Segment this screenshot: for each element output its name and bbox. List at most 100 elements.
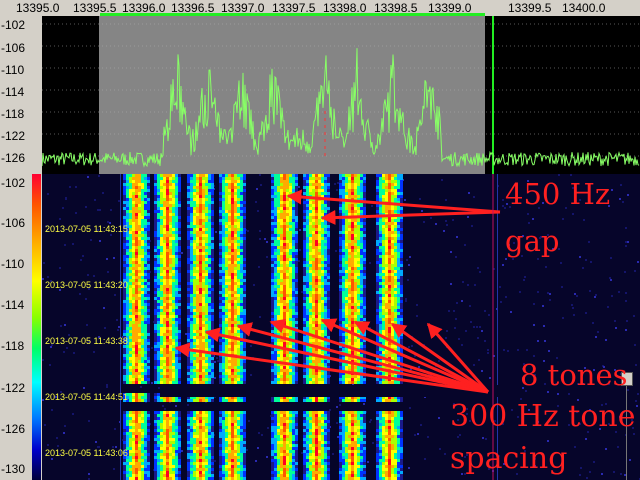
waterfall-cell xyxy=(144,273,147,276)
waterfall-cell xyxy=(141,282,144,285)
waterfall-cell xyxy=(166,426,169,429)
waterfall-cell xyxy=(205,444,208,447)
waterfall-cell xyxy=(219,330,222,333)
waterfall-cell xyxy=(196,423,199,426)
waterfall-cell xyxy=(277,288,280,291)
waterfall-cell xyxy=(187,435,190,438)
waterfall-cell xyxy=(283,291,286,294)
waterfall-cell xyxy=(225,450,228,453)
waterfall-cell xyxy=(208,351,211,354)
waterfall-cell xyxy=(199,447,202,450)
waterfall-cell xyxy=(205,369,208,372)
waterfall-cell xyxy=(274,273,277,276)
waterfall-cell xyxy=(140,386,142,388)
waterfall-cell xyxy=(154,252,157,255)
waterfall-cell xyxy=(199,216,202,219)
waterfall-cell xyxy=(132,444,135,447)
waterfall-cell xyxy=(225,426,228,429)
waterfall-cell xyxy=(211,459,214,462)
waterfall-cell xyxy=(503,349,505,351)
waterfall-cell xyxy=(444,453,446,455)
waterfall-cell xyxy=(132,264,135,267)
waterfall-cell xyxy=(222,345,225,348)
waterfall-cell xyxy=(196,306,199,309)
waterfall-cell xyxy=(132,336,135,339)
waterfall-cell xyxy=(169,225,172,228)
waterfall-cell xyxy=(172,435,175,438)
waterfall-cell xyxy=(240,231,243,234)
waterfall-cell xyxy=(202,273,205,276)
waterfall-cell xyxy=(138,207,141,210)
waterfall-cell xyxy=(237,246,240,249)
waterfall-cell xyxy=(135,411,138,414)
waterfall-cell xyxy=(280,270,283,273)
spectrum-display[interactable] xyxy=(42,16,640,174)
waterfall-cell xyxy=(219,222,222,225)
waterfall-cell xyxy=(144,231,147,234)
waterfall-cell xyxy=(271,456,274,459)
waterfall-cell xyxy=(187,363,190,366)
waterfall-cell xyxy=(228,369,231,372)
waterfall-cell xyxy=(283,354,286,357)
waterfall-cell xyxy=(243,237,246,240)
waterfall-cell xyxy=(240,204,243,207)
waterfall-cell xyxy=(129,462,132,465)
waterfall-cell xyxy=(283,246,286,249)
waterfall-cell xyxy=(225,282,228,285)
waterfall-cell xyxy=(166,207,169,210)
waterfall-cell xyxy=(141,360,144,363)
waterfall-cell xyxy=(225,423,228,426)
waterfall-cell xyxy=(132,312,135,315)
waterfall-cell xyxy=(202,423,205,426)
waterfall-cell xyxy=(178,429,181,432)
waterfall-cell xyxy=(329,409,331,411)
waterfall-cell xyxy=(408,467,410,469)
waterfall-cell xyxy=(169,267,172,270)
waterfall-cell xyxy=(237,237,240,240)
waterfall-cell xyxy=(187,375,190,378)
waterfall-cell xyxy=(271,444,274,447)
waterfall-cell xyxy=(196,279,199,282)
waterfall-cell xyxy=(202,300,205,303)
waterfall-cell xyxy=(286,222,289,225)
waterfall-cell xyxy=(141,225,144,228)
waterfall-cell xyxy=(283,234,286,237)
waterfall-cell xyxy=(228,249,231,252)
waterfall-display[interactable]: 2013-07-05 11:43:15 2013-07-05 11:43:20 … xyxy=(42,174,640,480)
waterfall-cell xyxy=(231,339,234,342)
waterfall-cell xyxy=(169,420,172,423)
waterfall-cell xyxy=(234,453,237,456)
waterfall-cell xyxy=(280,240,283,243)
waterfall-cell xyxy=(289,438,292,441)
waterfall-cell xyxy=(295,213,298,216)
waterfall-cell xyxy=(274,300,277,303)
waterfall-cell xyxy=(138,435,141,438)
waterfall-cell xyxy=(222,351,225,354)
waterfall-cell xyxy=(205,330,208,333)
waterfall-cell xyxy=(163,420,166,423)
waterfall-cell xyxy=(154,423,157,426)
waterfall-cell xyxy=(172,276,175,279)
waterfall-cell xyxy=(172,420,175,423)
waterfall-cell xyxy=(485,438,487,440)
waterfall-cell xyxy=(274,321,277,324)
waterfall-cell xyxy=(289,411,292,414)
waterfall-cell xyxy=(208,177,211,180)
waterfall-cell xyxy=(187,189,190,192)
waterfall-cell xyxy=(243,342,246,345)
waterfall-cell xyxy=(193,312,196,315)
waterfall-cell xyxy=(228,420,231,423)
waterfall-cell xyxy=(280,315,283,318)
waterfall-cell xyxy=(211,234,214,237)
waterfall-cell xyxy=(199,459,202,462)
waterfall-cell xyxy=(211,366,214,369)
waterfall-cell xyxy=(172,438,175,441)
waterfall-cell xyxy=(607,306,609,308)
waterfall-cell xyxy=(202,219,205,222)
waterfall-cell xyxy=(205,285,208,288)
waterfall-cell xyxy=(231,306,234,309)
waterfall-cell xyxy=(157,447,160,450)
waterfall-cell xyxy=(166,435,169,438)
spectrum-y-label: -102 xyxy=(1,18,26,32)
waterfall-cell xyxy=(138,201,141,204)
